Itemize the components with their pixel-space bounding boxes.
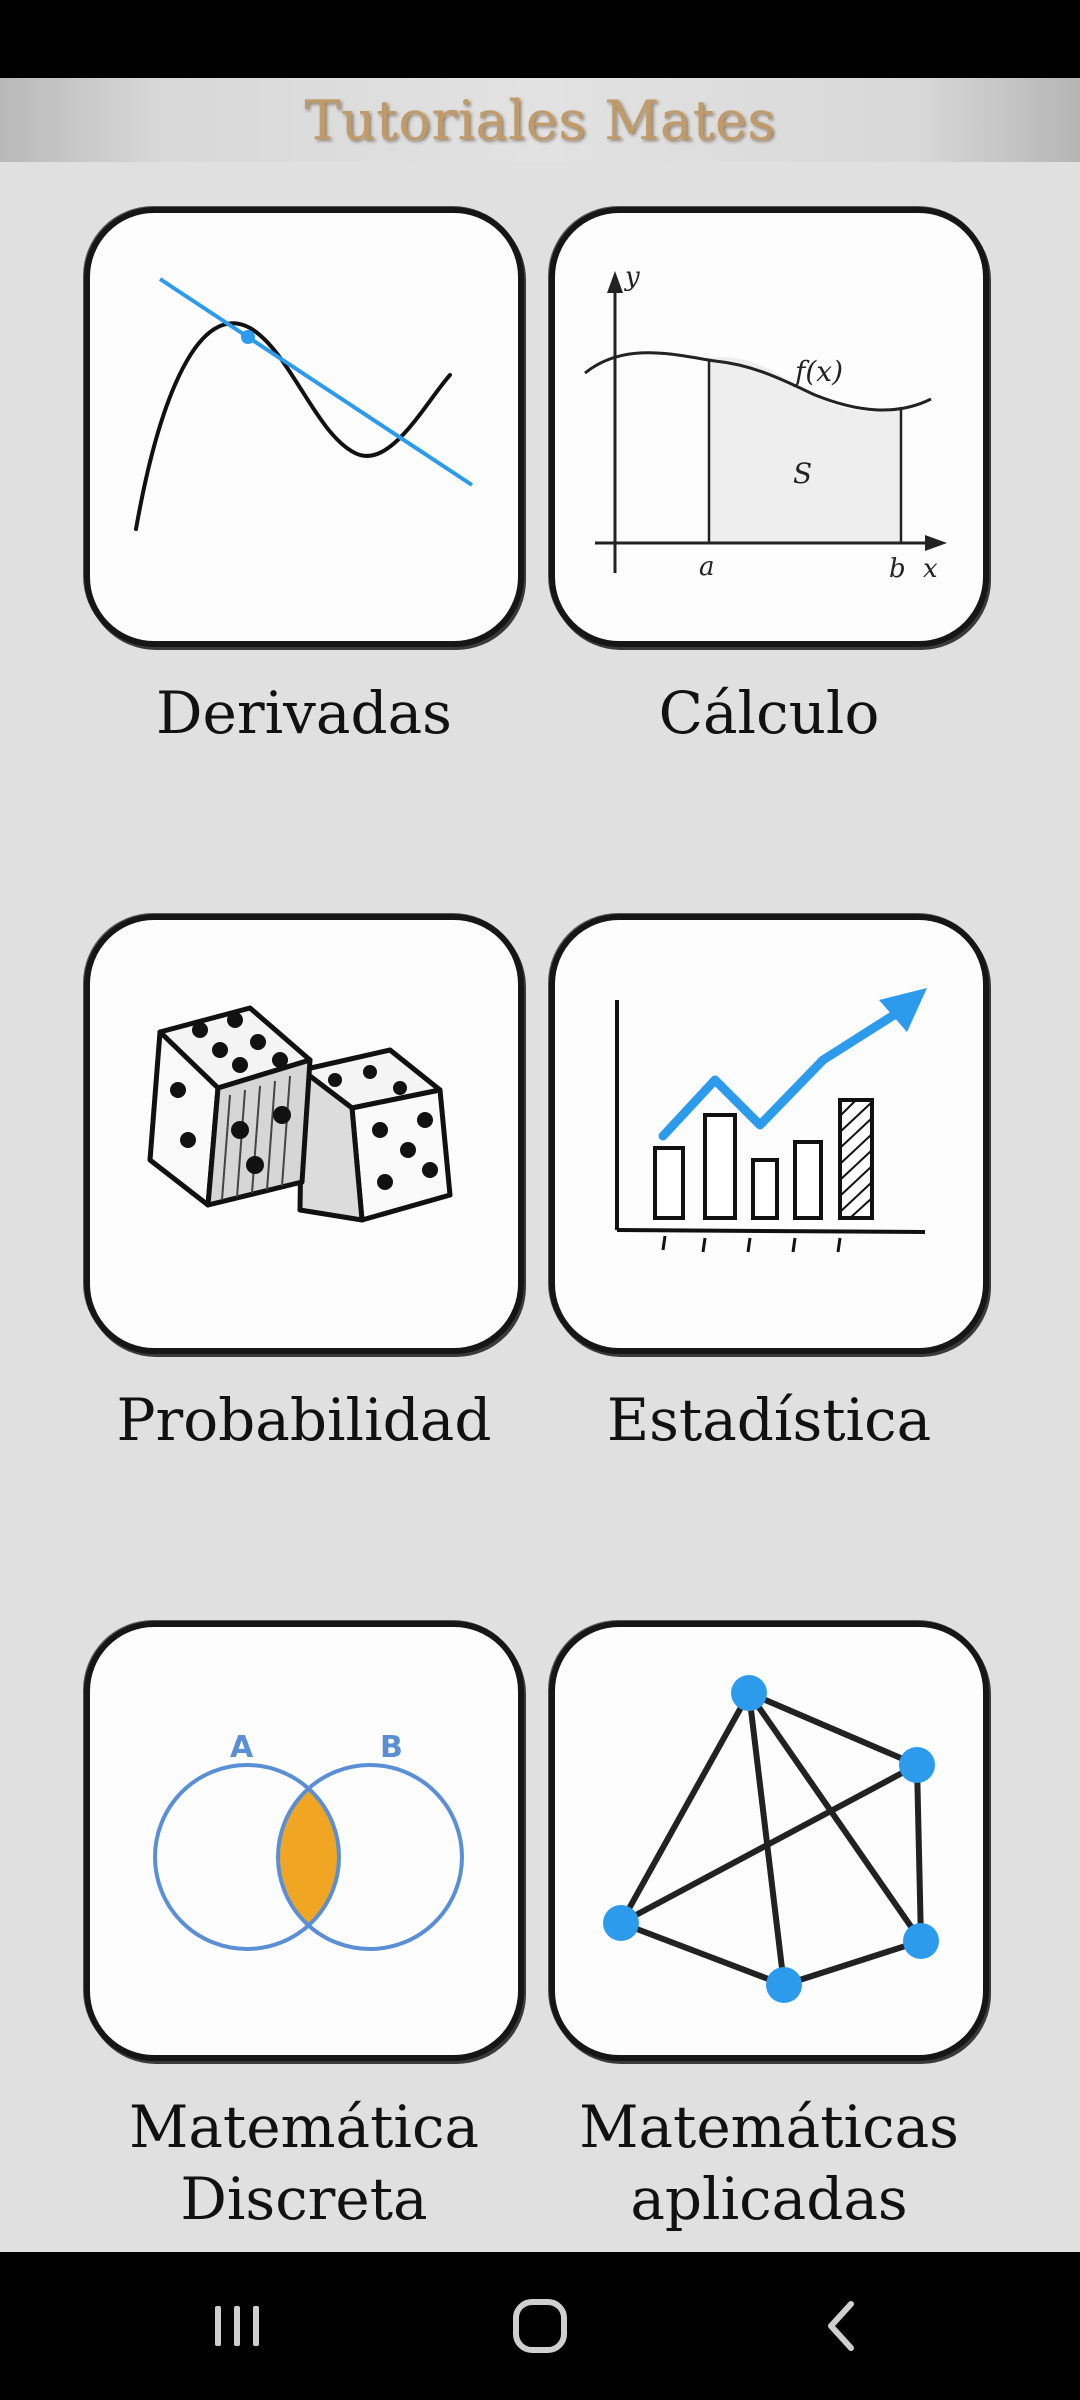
tile-label-line1: Matemática	[128, 2093, 480, 2161]
tile-label-derivadas: Derivadas	[156, 679, 452, 747]
tile-label-estadistica: Estadística	[606, 1386, 932, 1454]
system-nav-bar	[0, 2252, 1080, 2400]
tile-card-derivadas[interactable]	[84, 207, 524, 647]
function-label: f(x)	[793, 355, 843, 388]
axis-x-label: x	[923, 554, 938, 584]
tile-label-probabilidad: Probabilidad	[116, 1386, 492, 1454]
tile-matematicas-aplicadas[interactable]: Matemáticas aplicadas	[549, 1621, 999, 2233]
app-title: Tutoriales Mates	[304, 88, 776, 152]
tile-card-matematica-discreta[interactable]: A B	[84, 1621, 524, 2061]
tile-matematica-discreta[interactable]: A B Matemática Discreta	[84, 1621, 534, 2233]
status-bar	[0, 0, 1080, 78]
axis-y-label: y	[624, 262, 640, 292]
venn-diagram-icon: A B	[153, 1730, 464, 1951]
bound-a-label: a	[699, 552, 715, 582]
tile-card-calculo[interactable]: y f(x) S a b x	[549, 207, 989, 647]
tile-card-probabilidad[interactable]	[84, 914, 524, 1354]
tile-calculo[interactable]: y f(x) S a b x Cálculo	[549, 207, 999, 747]
integral-area-icon: y f(x) S a b x	[584, 262, 947, 584]
back-icon	[828, 2301, 854, 2351]
tangent-line-icon	[134, 277, 474, 531]
set-b-label: B	[380, 1730, 403, 1765]
tile-label-line1: Matemáticas	[579, 2093, 959, 2161]
topic-grid: Derivadas y f(x) S a b x Cálculo Probabi…	[0, 162, 1080, 2252]
recent-apps-button[interactable]	[137, 2252, 337, 2400]
recent-apps-icon	[215, 2306, 259, 2346]
tile-label-matematicas-aplicadas: Matemáticas aplicadas	[529, 2091, 1009, 2235]
bar-chart-trend-icon	[615, 988, 927, 1253]
home-button[interactable]	[440, 2252, 640, 2400]
back-button[interactable]	[743, 2252, 943, 2400]
tile-card-matematicas-aplicadas[interactable]	[549, 1621, 989, 2061]
area-label: S	[793, 457, 812, 490]
tile-label-line2: Discreta	[180, 2165, 428, 2233]
tile-derivadas[interactable]: Derivadas	[84, 207, 534, 747]
tile-label-matematica-discreta: Matemática Discreta	[64, 2091, 544, 2235]
graph-network-icon	[603, 1675, 939, 2003]
dice-icon	[147, 1005, 453, 1223]
tile-estadistica[interactable]: Estadística	[549, 914, 999, 1454]
app-header: Tutoriales Mates	[0, 78, 1080, 162]
set-a-label: A	[230, 1730, 254, 1765]
bound-b-label: b	[889, 554, 906, 584]
tile-label-calculo: Cálculo	[658, 679, 880, 747]
tile-probabilidad[interactable]: Probabilidad	[84, 914, 534, 1454]
tile-card-estadistica[interactable]	[549, 914, 989, 1354]
home-icon	[513, 2299, 567, 2353]
tile-label-line2: aplicadas	[630, 2165, 908, 2233]
